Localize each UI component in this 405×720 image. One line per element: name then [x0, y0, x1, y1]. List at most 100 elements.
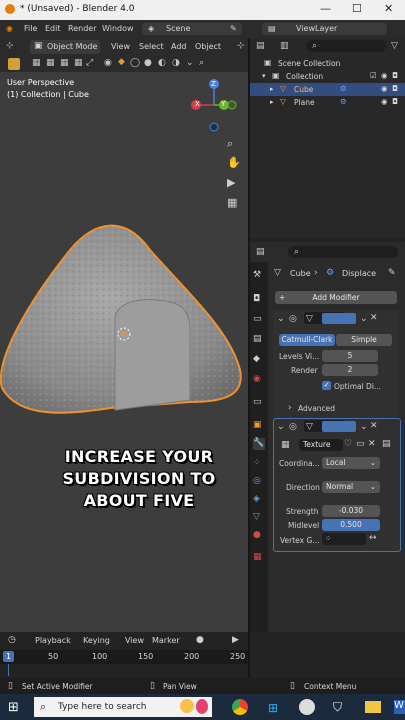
- select-mode-icon[interactable]: ▦: [46, 58, 55, 68]
- eye-icon[interactable]: ◉: [381, 84, 388, 93]
- data-tab-icon[interactable]: ▽: [253, 512, 265, 524]
- camera-icon[interactable]: ◘: [392, 71, 398, 80]
- modifier-tab-icon[interactable]: 🔧: [253, 438, 265, 450]
- file-explorer-icon[interactable]: [365, 701, 381, 713]
- displace-display-toggles[interactable]: [322, 421, 356, 432]
- shading-color-icon[interactable]: ◆: [118, 57, 125, 67]
- camera-view-icon[interactable]: ▶: [227, 176, 235, 189]
- close-button[interactable]: ✕: [384, 2, 393, 15]
- material-tab-icon[interactable]: ●: [253, 530, 265, 542]
- viewport-menu-object[interactable]: Object: [195, 42, 221, 51]
- remove-modifier-icon[interactable]: ✕: [370, 313, 378, 323]
- duplicate-texture-icon[interactable]: ▭: [356, 439, 365, 449]
- media-player-icon[interactable]: [299, 699, 315, 715]
- blender-menu-icon[interactable]: ◉: [6, 24, 13, 33]
- viewport-search-icon[interactable]: ⌕: [199, 58, 204, 68]
- viewport-menu-view[interactable]: View: [111, 42, 130, 51]
- scene-tab-icon[interactable]: ◆: [253, 354, 265, 366]
- timeline-menu-marker[interactable]: Marker: [152, 636, 180, 645]
- outliner-filter-icon[interactable]: ▽: [391, 41, 398, 51]
- advanced-expand-icon[interactable]: ›: [288, 403, 292, 413]
- pin-icon[interactable]: ✎: [388, 268, 396, 278]
- select-box-icon[interactable]: ▦: [32, 58, 41, 68]
- cube-mesh-object[interactable]: [0, 210, 248, 430]
- eye-icon[interactable]: ◉: [381, 97, 388, 106]
- shading-options-icon[interactable]: ⌄: [186, 58, 194, 68]
- outliner-row-plane[interactable]: ▸ ▽ Plane ⚙ ◉ ◘: [250, 96, 405, 109]
- texture-tab-icon[interactable]: ▦: [253, 552, 265, 564]
- render-levels-field[interactable]: 2: [322, 364, 378, 376]
- record-keyframe-icon[interactable]: ●: [196, 635, 204, 645]
- physics-tab-icon[interactable]: ◎: [253, 476, 265, 488]
- timeline-menu-keying[interactable]: Keying: [83, 636, 110, 645]
- dropdown-icon[interactable]: ⌄: [360, 314, 368, 324]
- rendered-shading-icon[interactable]: ◑: [172, 58, 180, 68]
- output-tab-icon[interactable]: ▭: [253, 314, 265, 326]
- security-icon[interactable]: ⛉: [333, 700, 342, 715]
- timeline-ruler[interactable]: [0, 650, 248, 664]
- timeline-menu-playback[interactable]: Playback: [35, 636, 71, 645]
- texture-preview-icon[interactable]: ▦: [281, 440, 290, 450]
- midlevel-field[interactable]: 0.500: [322, 519, 380, 531]
- texture-field[interactable]: Texture: [299, 439, 343, 451]
- camera-icon[interactable]: ◘: [392, 84, 398, 93]
- solid-shading-icon[interactable]: ●: [144, 58, 152, 68]
- checkbox-icon[interactable]: ☑: [370, 71, 377, 80]
- outliner-row-collection[interactable]: ▾ ▣ Collection ☑ ◉ ◘: [250, 70, 405, 83]
- transform-pivot-icon[interactable]: ⤢: [86, 58, 93, 68]
- timeline-menu-view[interactable]: View: [125, 636, 144, 645]
- viewport-menu-select[interactable]: Select: [139, 42, 164, 51]
- properties-search-input[interactable]: [288, 246, 398, 258]
- word-icon[interactable]: W: [394, 700, 405, 714]
- invert-vertex-group-icon[interactable]: ↔: [369, 533, 377, 543]
- tool-tab-icon[interactable]: ⚒: [253, 270, 265, 282]
- outliner-editor-icon[interactable]: ▤: [256, 41, 265, 51]
- chrome-icon[interactable]: [232, 699, 248, 715]
- zoom-icon[interactable]: ⌕: [227, 137, 233, 151]
- optimal-display-checkbox[interactable]: ✓: [322, 381, 331, 390]
- view-layer-tab-icon[interactable]: ▤: [253, 334, 265, 346]
- render-tab-icon[interactable]: ◘: [253, 294, 265, 306]
- levels-viewport-field[interactable]: 5: [322, 350, 378, 362]
- windows-start-icon[interactable]: ⊞: [8, 700, 19, 715]
- menu-render[interactable]: Render: [68, 24, 96, 33]
- select-extend-icon[interactable]: ▦: [60, 58, 69, 68]
- ortho-grid-icon[interactable]: ▦: [227, 196, 237, 209]
- eye-icon[interactable]: ◉: [381, 71, 388, 80]
- visibility-icon[interactable]: ◉: [104, 58, 112, 68]
- editor-type-icon[interactable]: ⊹: [6, 41, 14, 51]
- timeline-editor-icon[interactable]: ◷: [8, 635, 16, 645]
- dropdown-icon[interactable]: ⌄: [360, 422, 368, 432]
- outliner-row-scene[interactable]: ▣ Scene Collection: [250, 57, 405, 70]
- minimize-button[interactable]: —: [320, 2, 331, 15]
- object-tab-icon[interactable]: ▣: [253, 420, 265, 432]
- camera-icon[interactable]: ◘: [392, 97, 398, 106]
- collapse-icon[interactable]: ⌄: [277, 314, 285, 324]
- maximize-button[interactable]: ☐: [352, 2, 362, 15]
- outliner-search-input[interactable]: [306, 40, 386, 52]
- coordinates-dropdown[interactable]: Local ⌄: [322, 457, 380, 469]
- gizmo-toggle-icon[interactable]: ⊹: [237, 41, 245, 51]
- current-frame-indicator[interactable]: 1: [3, 651, 14, 662]
- material-shading-icon[interactable]: ◐: [158, 58, 166, 68]
- subdivision-display-toggles[interactable]: [322, 313, 356, 324]
- wireframe-shading-icon[interactable]: ◯: [130, 58, 140, 68]
- simple-button[interactable]: Simple: [336, 334, 392, 346]
- select-subtract-icon[interactable]: ▦: [74, 58, 83, 68]
- scene-selector[interactable]: [142, 23, 242, 35]
- vertex-group-field[interactable]: ⁘: [322, 533, 366, 545]
- windows-icon[interactable]: ⊞: [268, 701, 278, 715]
- unlink-texture-icon[interactable]: ✕: [368, 439, 376, 449]
- outliner-display-icon[interactable]: ▥: [280, 41, 289, 51]
- taskbar-search-box[interactable]: ⌕ Type here to search: [34, 697, 212, 717]
- menu-file[interactable]: File: [24, 24, 37, 33]
- constraints-tab-icon[interactable]: ◈: [253, 494, 265, 506]
- pin-icon[interactable]: ✎: [230, 24, 237, 33]
- edit-mode-toggle-icon[interactable]: ▽: [306, 314, 313, 324]
- direction-dropdown[interactable]: Normal ⌄: [322, 481, 380, 493]
- collapse-icon[interactable]: ⌄: [277, 422, 285, 432]
- pan-hand-icon[interactable]: ✋: [227, 156, 241, 169]
- edit-mode-toggle-icon[interactable]: ▽: [306, 422, 313, 432]
- menu-edit[interactable]: Edit: [45, 24, 61, 33]
- strength-field[interactable]: -0.030: [322, 505, 380, 517]
